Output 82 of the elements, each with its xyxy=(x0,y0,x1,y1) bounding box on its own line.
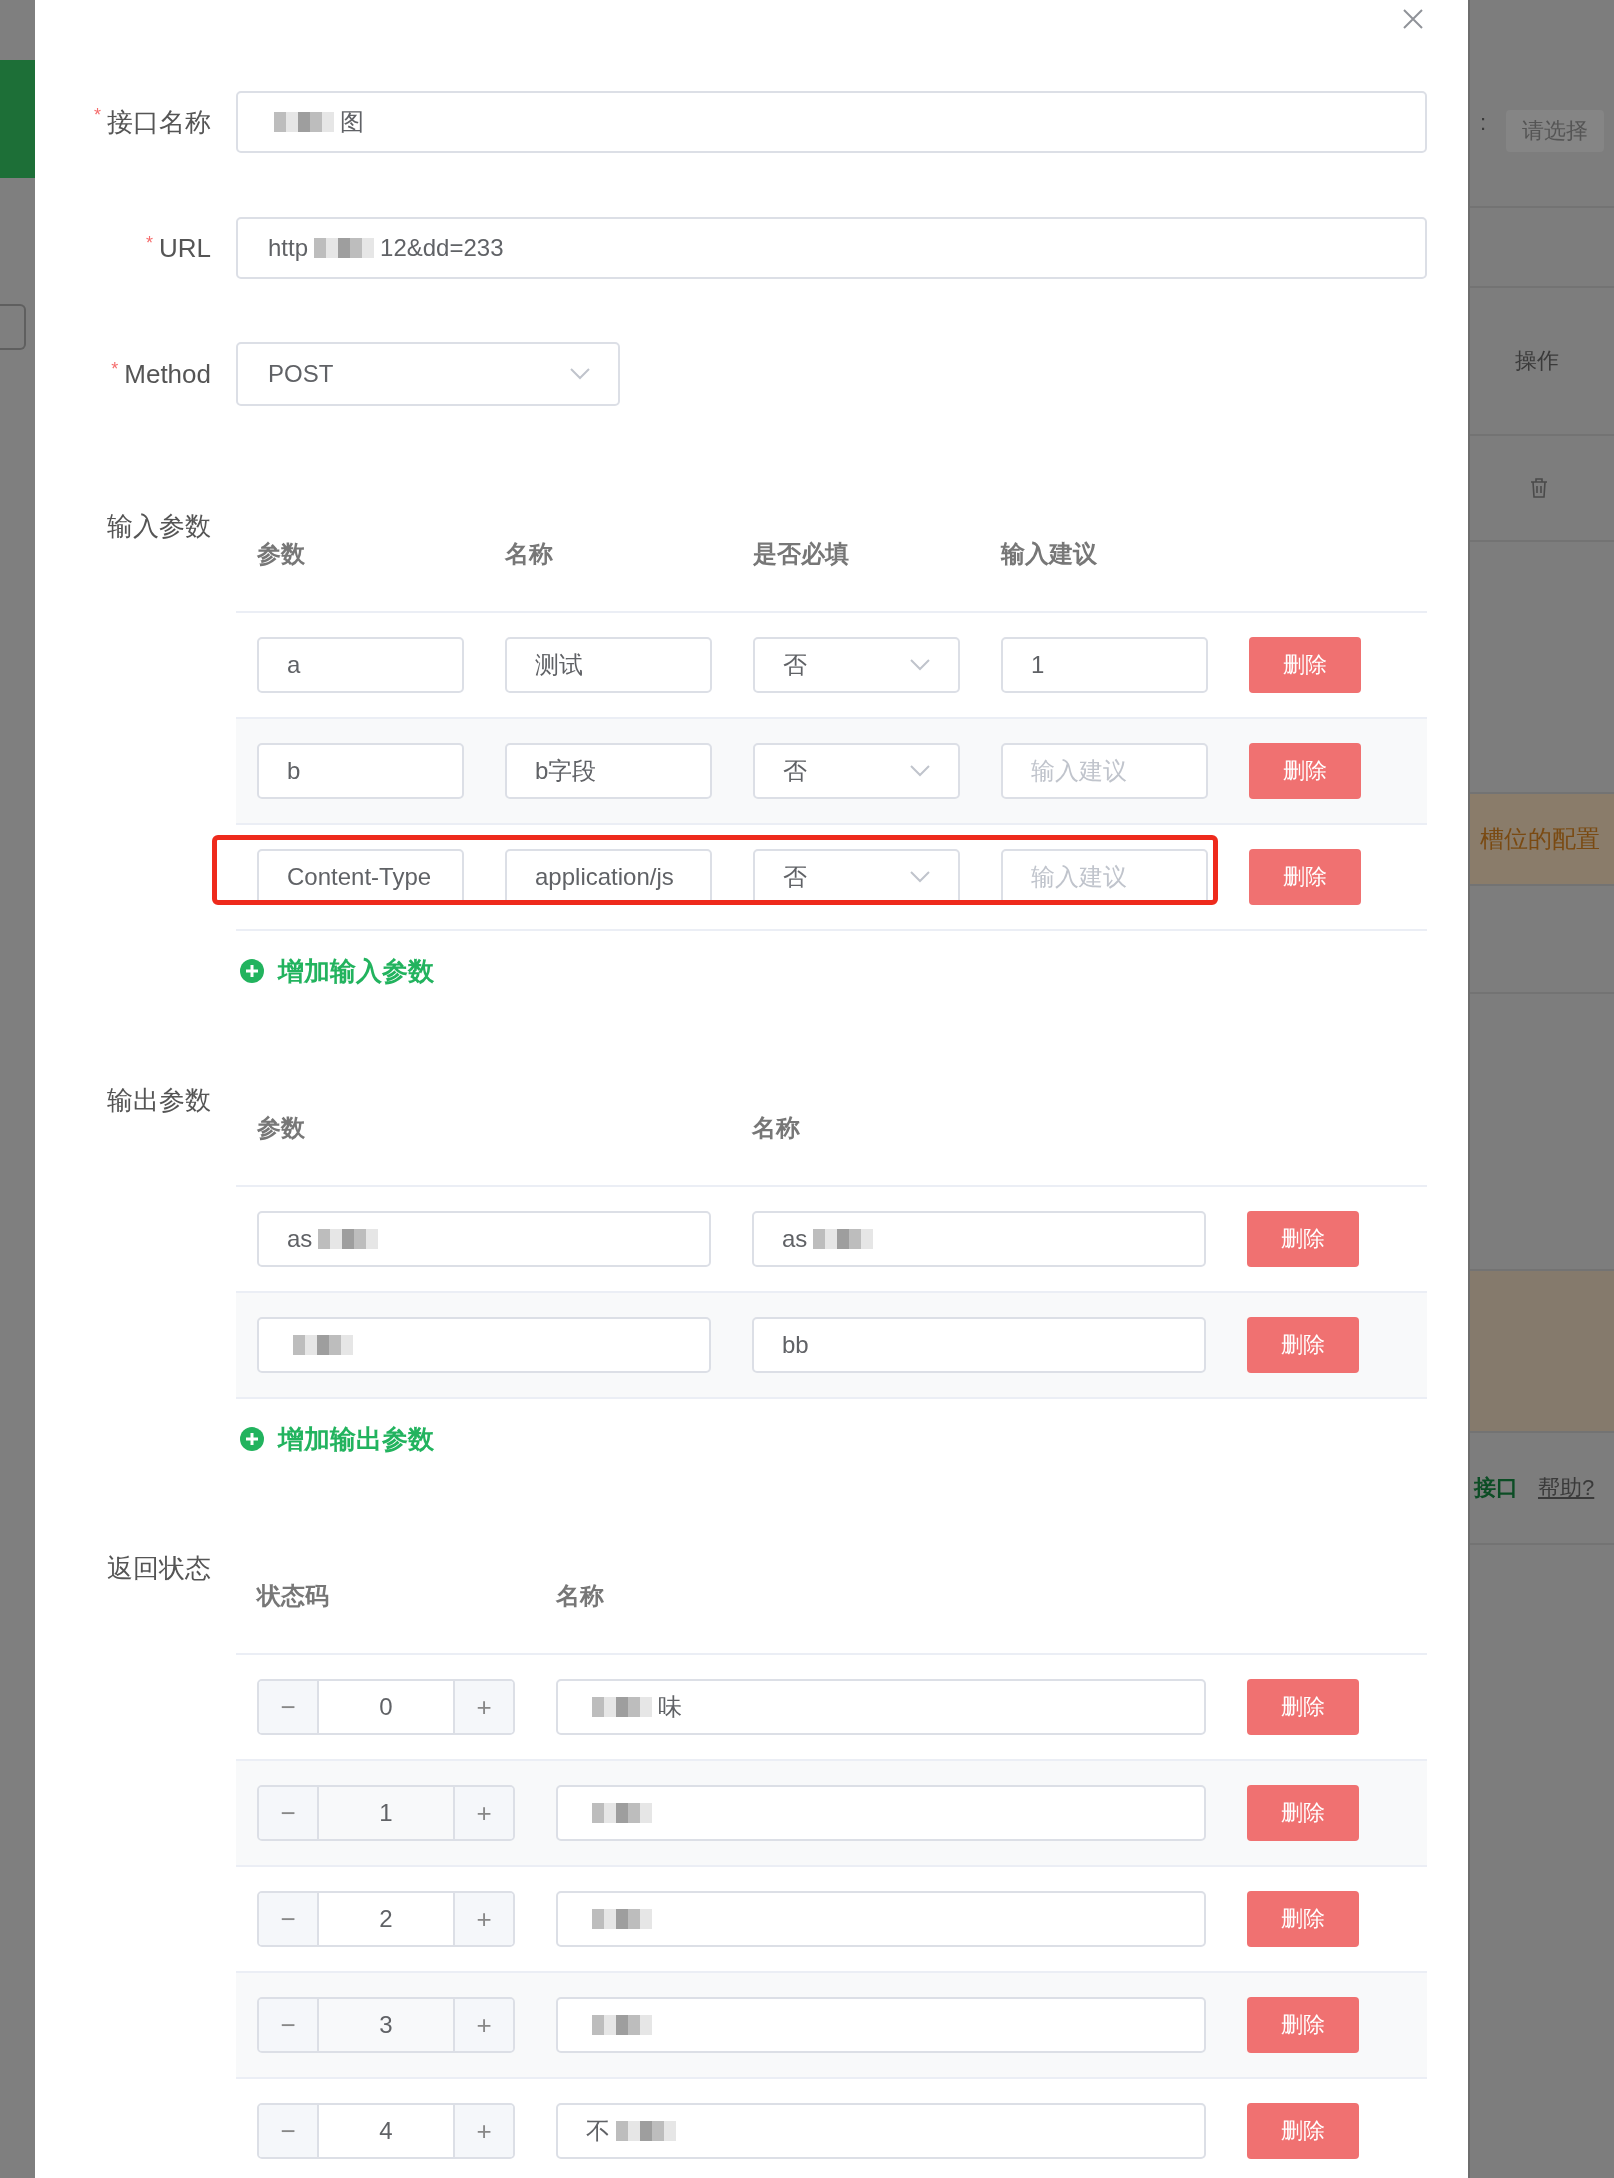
input-field xyxy=(0,304,26,350)
redaction-mask xyxy=(274,112,334,132)
field-text: as xyxy=(782,1225,808,1253)
plus-circle-icon xyxy=(240,1427,264,1451)
decrement-button[interactable]: − xyxy=(259,1893,317,1945)
notice-text: 槽位的配置 xyxy=(1480,824,1600,854)
chevron-down-icon xyxy=(910,871,930,883)
chevron-down-icon xyxy=(910,765,930,777)
redaction-mask xyxy=(592,1909,652,1929)
decrement-button[interactable]: − xyxy=(259,2105,317,2157)
redaction-mask xyxy=(813,1229,874,1249)
column-header: 名称 xyxy=(505,539,554,569)
add-link[interactable]: 增加输入参数 xyxy=(240,953,434,989)
param-field[interactable]: b xyxy=(257,743,464,799)
field-text: bb xyxy=(782,1331,809,1359)
name-field[interactable] xyxy=(556,1891,1206,1947)
column-header: 操作 xyxy=(1515,347,1559,375)
method-select[interactable]: POST xyxy=(236,342,620,406)
delete-button[interactable]: 删除 xyxy=(1247,1785,1359,1841)
field-text: 味 xyxy=(658,1692,682,1722)
name-field[interactable] xyxy=(556,1785,1206,1841)
trash-icon xyxy=(1530,478,1548,498)
section-label: 输出参数 xyxy=(106,1084,211,1117)
chevron-down-icon xyxy=(910,659,930,671)
filter-label: : xyxy=(1480,110,1487,136)
name-field[interactable]: b字段 xyxy=(505,743,712,799)
column-header: 是否必填 xyxy=(753,539,850,569)
name-field[interactable]: as xyxy=(752,1211,1206,1267)
suggestion-field[interactable]: 输入建议 xyxy=(1001,743,1208,799)
delete-button[interactable]: 删除 xyxy=(1247,2103,1359,2159)
close-icon[interactable] xyxy=(1402,8,1424,30)
param-field[interactable]: as xyxy=(257,1211,711,1267)
name-field[interactable]: bb xyxy=(752,1317,1206,1373)
increment-button[interactable]: + xyxy=(455,1681,513,1733)
column-header: 名称 xyxy=(752,1113,801,1143)
column-header: 名称 xyxy=(556,1581,605,1611)
param-field[interactable]: a xyxy=(257,637,464,693)
delete-button[interactable]: 删除 xyxy=(1247,1211,1359,1267)
param-field[interactable] xyxy=(257,1317,711,1373)
redaction-mask xyxy=(592,1803,652,1823)
column-header: 参数 xyxy=(257,539,306,569)
delete-button[interactable]: 删除 xyxy=(1249,849,1361,905)
delete-button[interactable]: 删除 xyxy=(1249,637,1361,693)
add-link[interactable]: 增加输出参数 xyxy=(240,1421,434,1457)
chevron-down-icon xyxy=(570,368,590,380)
delete-button[interactable]: 删除 xyxy=(1247,1997,1359,2053)
redaction-mask xyxy=(592,2015,652,2035)
increment-button[interactable]: + xyxy=(455,1893,513,1945)
field-text: 图 xyxy=(340,107,364,137)
field-label: * Method xyxy=(110,358,211,390)
delete-button[interactable]: 删除 xyxy=(1247,1891,1359,1947)
field-label: * URL xyxy=(144,232,211,264)
required-select[interactable]: 否 xyxy=(753,743,960,799)
field-text: http xyxy=(268,234,309,262)
delete-button[interactable]: 删除 xyxy=(1247,1679,1359,1735)
name-field[interactable]: 不 xyxy=(556,2103,1206,2159)
name-field[interactable]: 味 xyxy=(556,1679,1206,1735)
required-select[interactable]: 否 xyxy=(753,637,960,693)
name-field[interactable] xyxy=(556,1997,1206,2053)
column-header: 参数 xyxy=(257,1113,306,1143)
plus-circle-icon xyxy=(240,959,264,983)
field-text: 不 xyxy=(586,2116,610,2146)
redaction-mask xyxy=(314,238,375,258)
column-header: 状态码 xyxy=(257,1581,330,1611)
field-text: as xyxy=(287,1225,313,1253)
redaction-mask xyxy=(318,1229,379,1249)
decrement-button[interactable]: − xyxy=(259,1681,317,1733)
name-field[interactable]: 测试 xyxy=(505,637,712,693)
column-header: 输入建议 xyxy=(1001,539,1098,569)
delete-button[interactable]: 删除 xyxy=(1249,743,1361,799)
section-label: 返回状态 xyxy=(106,1552,211,1585)
field-text: 12&dd=233 xyxy=(380,234,504,262)
text-field[interactable]: 图 xyxy=(236,91,1427,153)
text-field[interactable]: http 12&dd=233 xyxy=(236,217,1427,279)
redaction-mask xyxy=(616,2121,676,2141)
redaction-mask xyxy=(592,1697,652,1717)
suggestion-field[interactable]: 1 xyxy=(1001,637,1208,693)
field-label: * 接口名称 xyxy=(93,104,211,139)
redaction-mask xyxy=(293,1335,353,1355)
section-label: 输入参数 xyxy=(106,510,211,543)
increment-button[interactable]: + xyxy=(455,2105,513,2157)
delete-button[interactable]: 删除 xyxy=(1247,1317,1359,1373)
